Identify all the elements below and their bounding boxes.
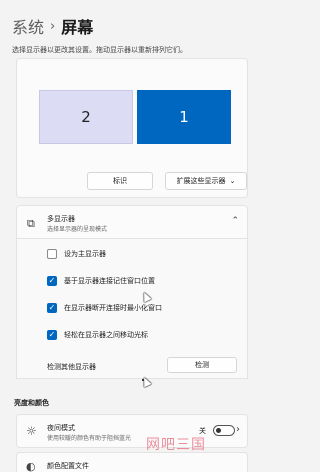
- option-label: 基于显示器连接记住窗口位置: [64, 277, 155, 285]
- checkbox[interactable]: [47, 249, 57, 259]
- night-light-row[interactable]: ☼ 夜间模式 使用较暖的颜色有助于阻挡蓝光 关 ›: [16, 414, 248, 448]
- option-minimize-on-disconnect[interactable]: ✓ 在显示器断开连接时最小化窗口: [47, 303, 162, 313]
- color-profile-title: 颜色配置文件: [47, 462, 89, 470]
- brightness-section-title: 亮度和颜色: [14, 399, 49, 407]
- breadcrumb: 系统 › 屏幕: [12, 14, 93, 38]
- display-arrangement-card: 2 1 标识 扩展这些显示器 ⌄: [16, 58, 248, 198]
- night-light-description: 使用较暖的颜色有助于阻挡蓝光: [47, 435, 132, 442]
- option-label: 设为主显示器: [64, 250, 106, 258]
- monitor-1-label: 1: [179, 108, 189, 126]
- multi-display-icon: ⧉: [27, 217, 35, 230]
- option-label: 在显示器断开连接时最小化窗口: [64, 304, 162, 312]
- display-mode-value: 扩展这些显示器: [176, 177, 226, 185]
- watermark-logo: 网吧三国: [146, 437, 206, 453]
- cursor-dot: [142, 379, 144, 381]
- monitor-2-label: 2: [81, 108, 91, 126]
- display-mode-dropdown[interactable]: 扩展这些显示器 ⌄: [165, 172, 247, 190]
- breadcrumb-parent-link[interactable]: 系统: [12, 14, 44, 38]
- sun-icon: ☼: [26, 424, 37, 438]
- option-make-main-display[interactable]: 设为主显示器: [47, 249, 106, 259]
- multi-display-title: 多显示器: [47, 215, 75, 223]
- breadcrumb-separator: ›: [50, 18, 56, 34]
- chevron-down-icon: ⌄: [229, 177, 236, 185]
- option-remember-window-locations[interactable]: ✓ 基于显示器连接记住窗口位置: [47, 276, 155, 286]
- toggle-knob: [216, 428, 221, 433]
- identify-button[interactable]: 标识: [87, 172, 153, 190]
- detect-button[interactable]: 检测: [167, 357, 237, 373]
- monitor-2[interactable]: 2: [39, 90, 133, 144]
- option-label: 轻松在显示器之间移动光标: [64, 331, 148, 339]
- detect-displays-label: 检测其他显示器: [47, 363, 96, 371]
- checkbox[interactable]: ✓: [47, 276, 57, 286]
- multi-display-description: 选择显示器的呈现模式: [47, 226, 108, 233]
- identify-button-label: 标识: [113, 177, 127, 185]
- chevron-up-icon[interactable]: ⌃: [231, 216, 239, 226]
- color-profile-icon: ◐: [26, 460, 36, 472]
- multi-display-options: 设为主显示器 ✓ 基于显示器连接记住窗口位置 ✓ 在显示器断开连接时最小化窗口 …: [16, 239, 248, 379]
- detect-button-label: 检测: [195, 361, 209, 369]
- page-title: 屏幕: [61, 18, 94, 37]
- option-ease-cursor-movement[interactable]: ✓ 轻松在显示器之间移动光标: [47, 330, 148, 340]
- color-profile-row[interactable]: ◐ 颜色配置文件: [16, 452, 248, 472]
- monitor-1[interactable]: 1: [137, 90, 231, 144]
- checkbox[interactable]: ✓: [47, 330, 57, 340]
- checkbox[interactable]: ✓: [47, 303, 57, 313]
- night-light-title: 夜间模式: [47, 424, 75, 432]
- multi-display-header[interactable]: ⧉ 多显示器 选择显示器的呈现模式 ⌃: [16, 205, 248, 239]
- chevron-right-icon[interactable]: ›: [236, 424, 240, 435]
- arrangement-hint: 选择显示器以更改其设置。拖动显示器以重新排列它们。: [12, 46, 187, 54]
- night-light-toggle[interactable]: [213, 425, 235, 436]
